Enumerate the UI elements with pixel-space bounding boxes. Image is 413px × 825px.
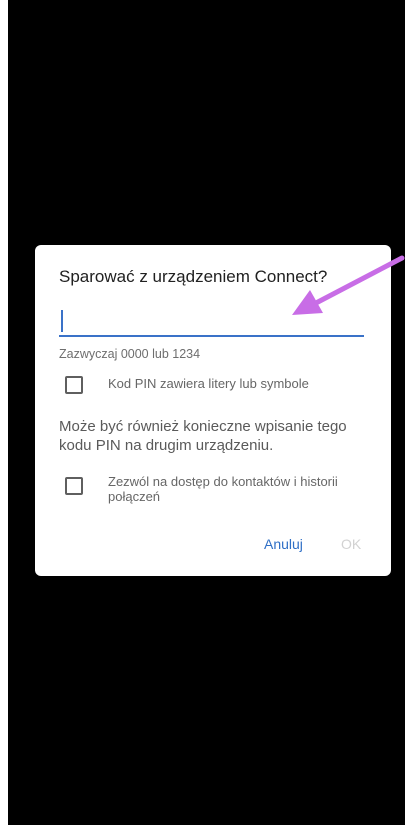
pairing-dialog: Sparować z urządzeniem Connect? Zazwycza… <box>35 245 391 576</box>
contacts-access-checkbox[interactable] <box>65 477 83 495</box>
pin-hint: Zazwyczaj 0000 lub 1234 <box>59 347 201 361</box>
contacts-access-option[interactable]: Zezwól na dostęp do kontaktów i historii… <box>65 474 368 504</box>
pin-letters-label: Kod PIN zawiera litery lub symbole <box>108 376 309 391</box>
info-text: Może być również konieczne wpisanie tego… <box>59 418 347 454</box>
pin-letters-checkbox[interactable] <box>65 376 83 394</box>
ok-button[interactable]: OK <box>341 536 361 552</box>
dialog-title: Sparować z urządzeniem Connect? <box>59 267 328 286</box>
cancel-button[interactable]: Anuluj <box>264 536 303 552</box>
pin-letters-option[interactable]: Kod PIN zawiera litery lub symbole <box>65 376 309 394</box>
contacts-access-label: Zezwól na dostęp do kontaktów i historii… <box>108 474 338 504</box>
pin-input[interactable] <box>59 305 364 337</box>
text-cursor <box>61 310 63 332</box>
phone-screen: Sparować z urządzeniem Connect? Zazwycza… <box>8 0 405 825</box>
